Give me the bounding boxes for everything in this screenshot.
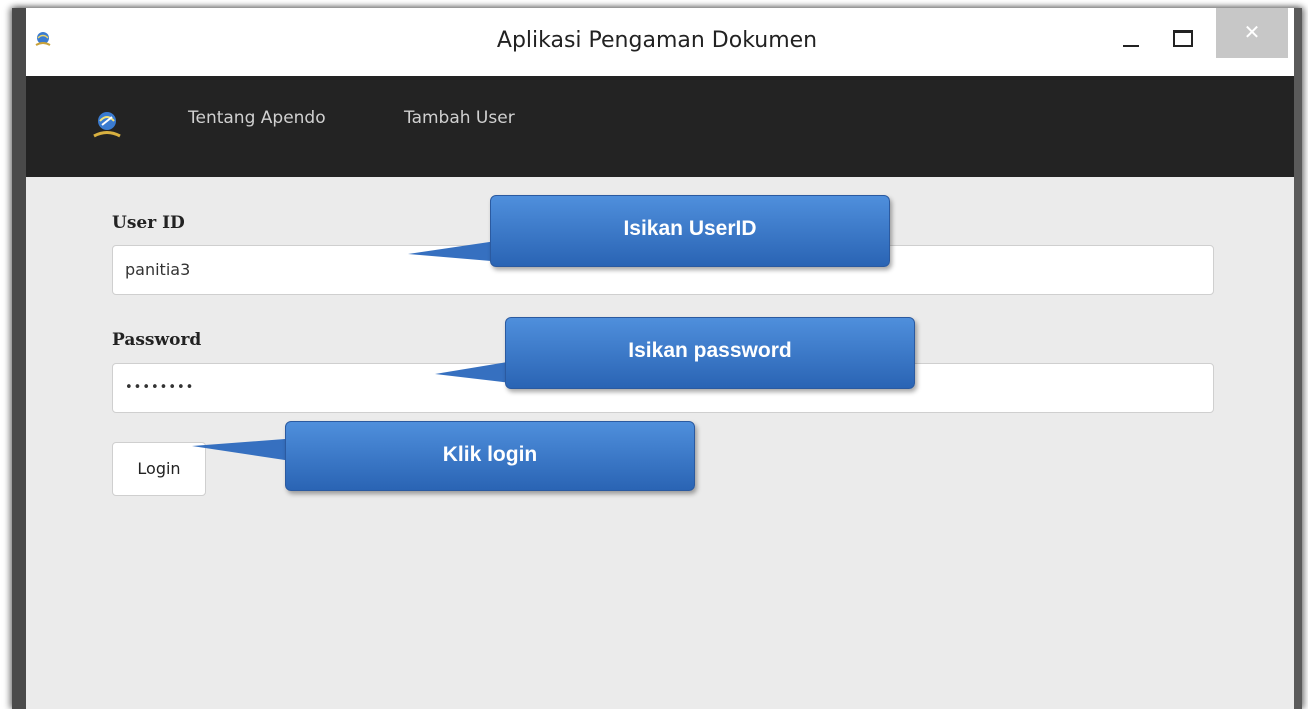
callout-klik-login: Klik login — [285, 421, 695, 491]
password-label: Password — [112, 330, 202, 350]
callout-isikan-userid: Isikan UserID — [490, 195, 890, 267]
title-bar[interactable]: Aplikasi Pengaman Dokumen ✕ — [12, 8, 1302, 76]
close-button[interactable]: ✕ — [1216, 8, 1288, 58]
minimize-icon — [1123, 45, 1139, 47]
nav-logo-icon[interactable] — [92, 108, 122, 142]
nav-item-tentang-apendo[interactable]: Tentang Apendo — [188, 108, 326, 128]
navbar: Tentang Apendo Tambah User — [12, 76, 1302, 177]
maximize-icon — [1173, 30, 1193, 47]
nav-item-tambah-user[interactable]: Tambah User — [404, 108, 515, 128]
login-button[interactable]: Login — [112, 442, 206, 496]
minimize-button[interactable] — [1110, 14, 1150, 58]
maximize-button[interactable] — [1160, 14, 1200, 58]
window-title: Aplikasi Pengaman Dokumen — [496, 28, 818, 53]
close-icon: ✕ — [1243, 22, 1261, 44]
callout-isikan-password: Isikan password — [505, 317, 915, 389]
userid-label: User ID — [112, 213, 185, 233]
